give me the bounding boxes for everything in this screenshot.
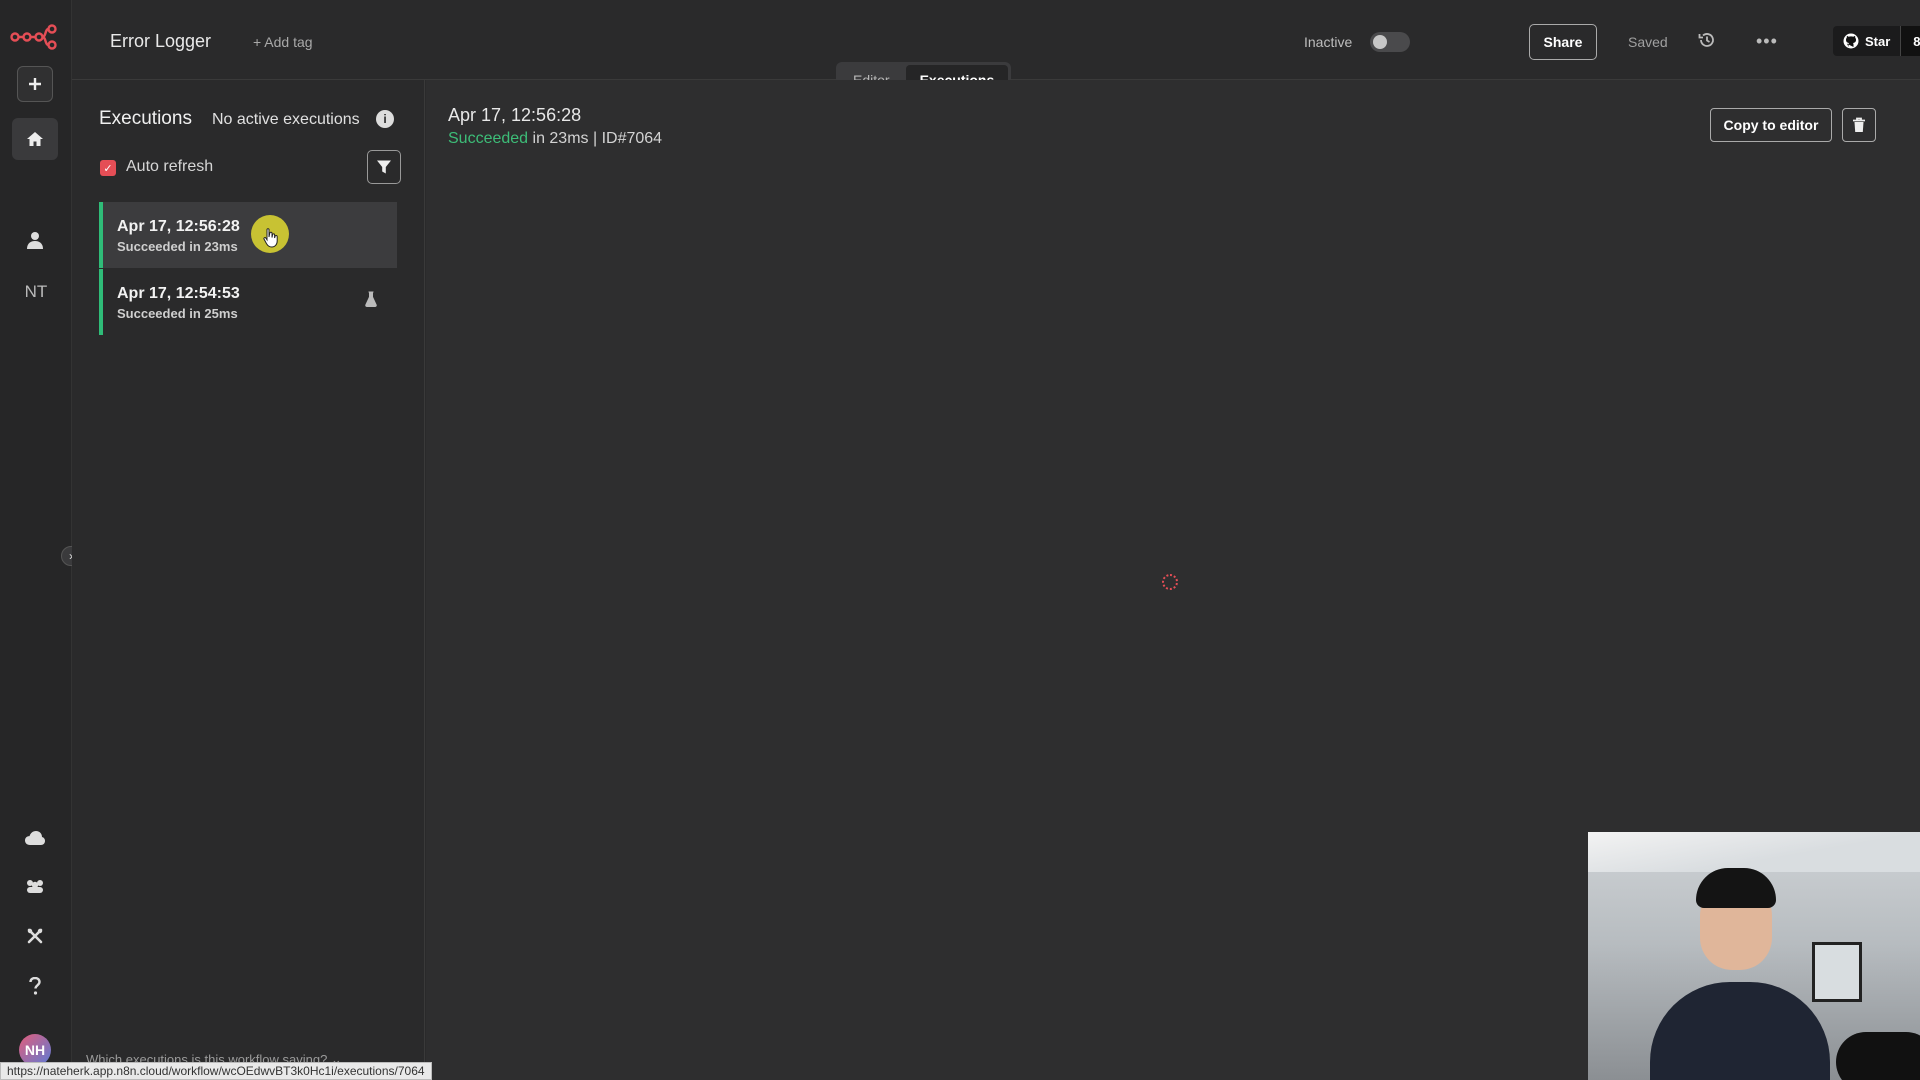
nav-templates-button[interactable] <box>17 868 53 904</box>
history-icon[interactable] <box>1698 31 1716 49</box>
execution-list-item[interactable]: Apr 17, 12:54:53 Succeeded in 25ms <box>99 269 397 335</box>
execution-time: Apr 17, 12:54:53 <box>117 285 240 302</box>
executions-panel: Executions No active executions i ✓ Auto… <box>72 80 425 1080</box>
info-icon[interactable]: i <box>376 110 394 128</box>
ceiling-light <box>1588 832 1920 872</box>
trash-icon <box>1853 117 1865 132</box>
nav-cloud-button[interactable] <box>17 820 53 856</box>
plus-icon <box>29 78 41 90</box>
active-toggle-label: Inactive <box>1304 34 1353 50</box>
nav-home-button[interactable] <box>12 118 58 160</box>
hand-cursor-icon <box>263 228 278 248</box>
person-body <box>1650 982 1830 1080</box>
nav-personal-button[interactable] <box>17 222 53 258</box>
delete-execution-button[interactable] <box>1842 108 1876 142</box>
app-window: NT › NH Error Logger + Add tag Inactive … <box>0 0 1920 1080</box>
flask-icon[interactable] <box>365 291 377 307</box>
home-icon <box>27 132 43 146</box>
add-tag-link[interactable]: + Add tag <box>253 34 313 50</box>
executions-heading: Executions <box>99 108 192 129</box>
user-icon <box>27 232 43 249</box>
microphone <box>1836 1032 1920 1080</box>
loading-spinner-icon <box>1162 574 1178 590</box>
execution-time: Apr 17, 12:56:28 <box>117 218 240 235</box>
active-executions-status: No active executions <box>212 111 360 128</box>
project-initials[interactable]: NT <box>0 282 72 302</box>
github-star-button[interactable]: Star <box>1833 26 1902 56</box>
tools-icon <box>27 928 43 944</box>
github-icon <box>1843 33 1859 49</box>
execution-detail-status: Succeeded in 23ms | ID#7064 <box>448 130 662 148</box>
wall-picture <box>1812 942 1862 1002</box>
share-button[interactable]: Share <box>1529 24 1597 60</box>
nav-help-button[interactable] <box>17 968 53 1004</box>
github-star-widget[interactable]: Star 82,316 <box>1833 26 1920 56</box>
users-group-icon <box>27 880 43 893</box>
webcam-overlay <box>1588 832 1920 1080</box>
github-star-label: Star <box>1865 33 1891 49</box>
workflow-active-toggle[interactable] <box>1370 32 1410 52</box>
execution-detail-time: Apr 17, 12:56:28 <box>448 105 582 125</box>
checkmark-icon: ✓ <box>103 162 113 175</box>
person-hair <box>1696 868 1776 908</box>
main-sidebar: NT › NH <box>0 0 81 1080</box>
more-options-icon[interactable]: ••• <box>1756 31 1778 52</box>
saved-indicator: Saved <box>1628 34 1668 50</box>
auto-refresh-label[interactable]: Auto refresh <box>126 158 213 176</box>
filter-button[interactable] <box>367 150 401 184</box>
add-workflow-button[interactable] <box>17 66 53 102</box>
execution-status: Succeeded in 25ms <box>117 306 238 321</box>
status-duration-id: in 23ms | ID#7064 <box>528 130 663 147</box>
nav-variables-button[interactable] <box>17 918 53 954</box>
workflow-name[interactable]: Error Logger <box>110 31 211 52</box>
filter-icon <box>377 160 391 174</box>
github-star-count[interactable]: 82,316 <box>1901 26 1920 56</box>
execution-list-item[interactable]: Apr 17, 12:56:28 Succeeded in 23ms <box>99 202 397 268</box>
status-success-text: Succeeded <box>448 130 529 147</box>
auto-refresh-checkbox[interactable]: ✓ <box>100 160 116 176</box>
link-preview-url: https://nateherk.app.n8n.cloud/workflow/… <box>0 1062 432 1080</box>
execution-status: Succeeded in 23ms <box>117 239 238 254</box>
cloud-icon <box>25 831 45 845</box>
copy-to-editor-button[interactable]: Copy to editor <box>1710 108 1832 142</box>
question-icon <box>29 977 41 995</box>
n8n-logo-icon[interactable] <box>10 24 58 50</box>
